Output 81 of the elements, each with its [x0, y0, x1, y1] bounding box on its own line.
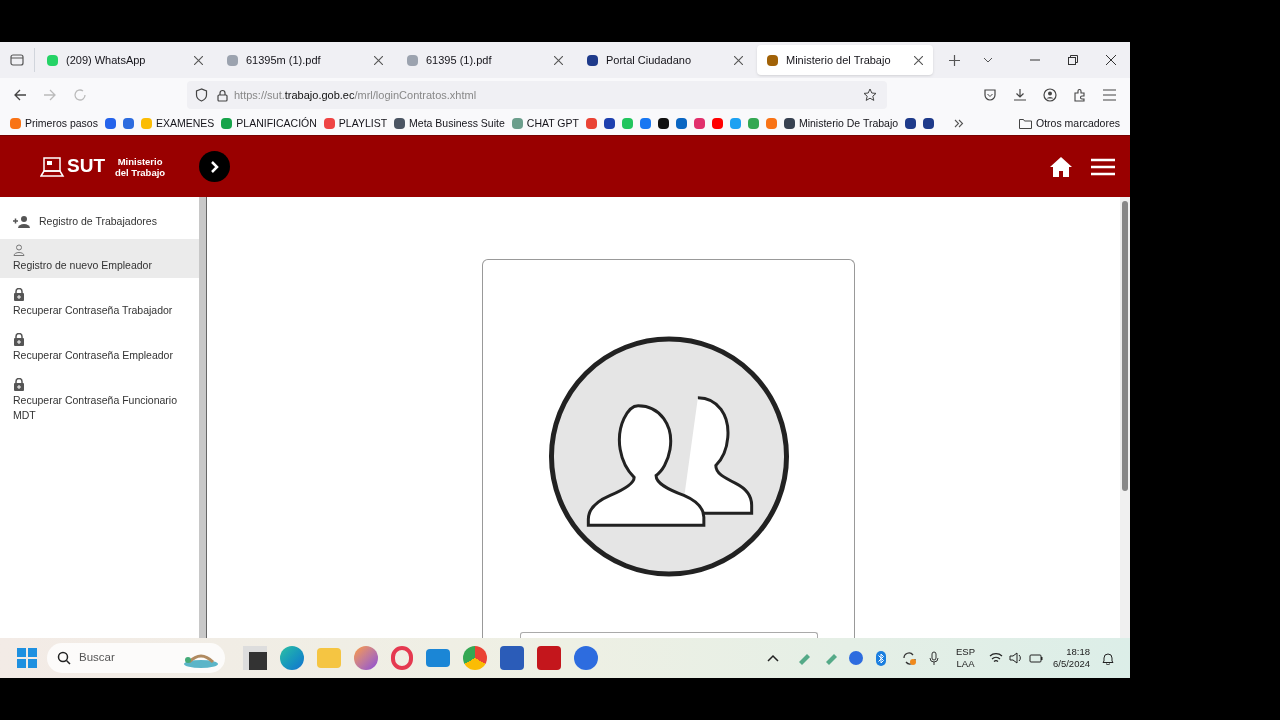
chevron-right-icon: [209, 160, 220, 173]
tab-title: Ministerio del Trabajo: [786, 52, 891, 68]
lock-icon: [217, 88, 228, 102]
sut-logo-text: SUT: [67, 154, 105, 179]
bookmark-link[interactable]: CHAT GPT: [511, 115, 579, 132]
close-icon[interactable]: [1106, 55, 1116, 65]
home-icon[interactable]: [1049, 155, 1073, 178]
sidebar-menu-item[interactable]: Registro de nuevo Empleador: [0, 239, 199, 278]
lock-icon: [13, 333, 25, 346]
browser-tab[interactable]: (209) WhatsApp: [37, 45, 213, 75]
taskbar-search-input[interactable]: Buscar: [79, 649, 159, 667]
microphone-icon[interactable]: [929, 650, 939, 666]
taskbar-search-field[interactable]: Buscar: [47, 643, 225, 673]
download-icon[interactable]: [1013, 88, 1027, 102]
sidebar-menu-item[interactable]: Recuperar Contraseña Funcionario MDT: [0, 373, 199, 428]
ministry-name: Ministerio: [116, 155, 164, 167]
tab-title: Portal Ciudadano: [606, 52, 691, 68]
windows-start-icon[interactable]: [17, 648, 37, 668]
bookmark-icon[interactable]: [603, 118, 615, 129]
search-icon: [57, 651, 71, 665]
battery-icon[interactable]: [1029, 652, 1043, 664]
sidebar-menu-item[interactable]: Recuperar Contraseña Empleador: [0, 328, 199, 368]
tab-title: (209) WhatsApp: [66, 52, 146, 68]
close-tab-icon[interactable]: [194, 55, 203, 65]
notification-bell-icon[interactable]: [1102, 651, 1114, 665]
close-tab-icon[interactable]: [554, 55, 563, 65]
expand-menu-button[interactable]: [199, 151, 231, 182]
bookmark-link[interactable]: Primeros pasos: [10, 115, 98, 132]
star-icon[interactable]: [863, 88, 877, 102]
other-bookmarks-folder[interactable]: Otros marcadores: [1035, 115, 1120, 132]
bookmark-icon[interactable]: [905, 118, 917, 129]
clock-date[interactable]: 6/5/2024: [1053, 658, 1090, 670]
bookmark-icon[interactable]: [657, 118, 669, 129]
account-icon[interactable]: [1043, 88, 1057, 102]
sidebar-menu-item[interactable]: Registro de Trabajadores: [0, 209, 199, 234]
users-avatar-icon: [547, 336, 790, 577]
wifi-icon[interactable]: [989, 652, 1003, 664]
speaker-icon[interactable]: [1009, 652, 1023, 664]
tab-list-icon[interactable]: [10, 53, 24, 67]
chevron-up-icon[interactable]: [767, 654, 779, 662]
person-icon: [13, 244, 25, 256]
tab-title: 61395m (1).pdf: [246, 52, 321, 68]
address-bar[interactable]: https://sut.trabajo.gob.ec/mrl/loginContratos.xhtml: [187, 81, 887, 109]
sync-icon[interactable]: [902, 650, 917, 666]
url-text: https://sut.trabajo.gob.ec/mrl/loginContratos.xhtml: [234, 87, 477, 103]
close-tab-icon[interactable]: [734, 55, 743, 65]
browser-tab[interactable]: 61395 (1).pdf: [397, 45, 573, 75]
bookmark-icon[interactable]: [923, 118, 935, 129]
sut-logo-icon: [40, 155, 65, 178]
bookmark-link[interactable]: PLAYLIST: [323, 115, 388, 132]
extensions-icon[interactable]: [1073, 88, 1087, 102]
app-icon[interactable]: [243, 646, 267, 670]
browser-tab[interactable]: Ministerio del Trabajo: [757, 45, 933, 75]
lock-icon: [13, 378, 25, 391]
bookmark-link[interactable]: EXAMENES: [140, 115, 215, 132]
sidebar-menu-item[interactable]: Recuperar Contraseña Trabajador: [0, 283, 199, 323]
bookmark-link[interactable]: PLANIFICACIÓN: [221, 115, 317, 132]
bookmark-link[interactable]: Ministerio De Trabajo: [783, 115, 899, 132]
close-tab-icon[interactable]: [374, 55, 383, 65]
new-tab-icon[interactable]: [949, 54, 960, 66]
tab-title: 61395 (1).pdf: [426, 52, 492, 68]
opera-icon[interactable]: [391, 646, 413, 670]
sidebar-resize-handle[interactable]: [199, 197, 207, 638]
lock-icon: [13, 288, 25, 301]
back-arrow-icon[interactable]: [13, 88, 27, 102]
close-tab-icon[interactable]: [914, 55, 923, 65]
keyboard-layout-indicator[interactable]: LAA: [956, 658, 975, 670]
restore-icon[interactable]: [1068, 55, 1078, 65]
bookmark-link[interactable]: Meta Business Suite: [394, 115, 505, 132]
scrollbar[interactable]: [1120, 197, 1130, 638]
browser-tab[interactable]: 61395m (1).pdf: [217, 45, 393, 75]
shield-icon: [195, 88, 208, 102]
more-bookmarks-icon[interactable]: [954, 119, 965, 128]
pocket-icon[interactable]: [983, 88, 997, 102]
clock-time[interactable]: 18:18: [1066, 646, 1090, 658]
bluetooth-icon[interactable]: [876, 650, 886, 666]
add-person-icon: [13, 215, 31, 228]
language-indicator[interactable]: ESP: [956, 646, 975, 658]
browser-tab[interactable]: Portal Ciudadano: [577, 45, 753, 75]
folder-icon: [1018, 118, 1032, 129]
ministry-name: del Trabajo: [115, 166, 166, 178]
